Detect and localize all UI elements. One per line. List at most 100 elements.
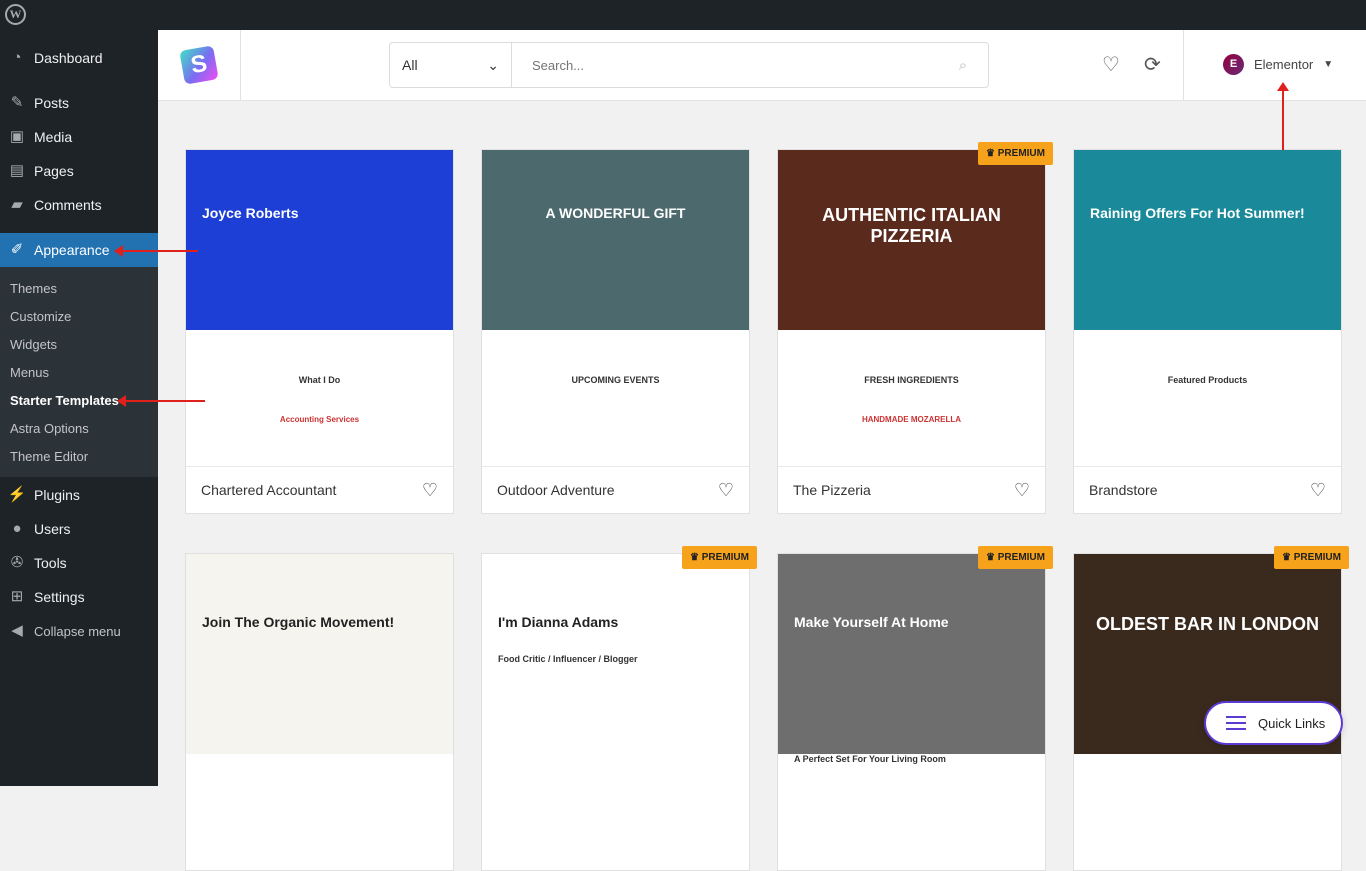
sidebar-item-label: Posts <box>34 95 70 111</box>
category-select[interactable]: All ⌄ <box>390 43 512 87</box>
admin-sidebar: ◔ Dashboard ✎ Posts ▣ Media ▤ Pages ▰ Comment… <box>0 30 158 786</box>
quick-links-label: Quick Links <box>1258 715 1326 731</box>
thumbnail-subheading: Featured Products <box>1167 375 1248 385</box>
sidebar-item-tools[interactable]: ✇ Tools <box>0 546 158 580</box>
submenu-theme-editor[interactable]: Theme Editor <box>10 449 88 464</box>
sidebar-item-label: Tools <box>34 555 67 571</box>
divider <box>1183 30 1184 101</box>
sidebar-item-label: Users <box>34 521 71 537</box>
thumbnail-hero <box>482 150 749 330</box>
chevron-down-icon: ⌄ <box>487 56 499 73</box>
template-card[interactable]: AUTHENTIC ITALIAN PIZZERIA FRESH INGREDIE… <box>777 142 1053 514</box>
collapse-menu-button[interactable]: ◀ Collapse menu <box>0 614 158 648</box>
thumbnail-headline: A WONDERFUL GIFT <box>545 205 686 221</box>
template-card[interactable]: Make Yourself At Home A Perfect Set For Y… <box>777 546 1053 871</box>
page-builder-select[interactable]: E Elementor ▼ <box>1223 54 1333 75</box>
premium-label: PREMIUM <box>997 552 1045 563</box>
premium-badge: ♛ PREMIUM <box>682 546 757 569</box>
premium-label: PREMIUM <box>701 552 749 563</box>
search-bar: All ⌄ ⌕ <box>389 42 989 88</box>
template-thumbnail[interactable]: Make Yourself At Home A Perfect Set For Y… <box>778 554 1045 870</box>
thumbnail-headline: Make Yourself At Home <box>794 614 949 630</box>
dashboard-icon: ◔ <box>12 49 22 66</box>
wrench-icon: ✇ <box>10 554 24 571</box>
search-input[interactable] <box>512 43 938 87</box>
thumbnail-subheading: What I Do <box>298 375 341 385</box>
sidebar-item-label: Comments <box>34 197 102 213</box>
sidebar-item-label: Settings <box>34 589 85 605</box>
thumbnail-headline: I'm Dianna Adams <box>498 614 619 630</box>
sidebar-item-label: Dashboard <box>34 50 103 66</box>
submenu-widgets[interactable]: Widgets <box>10 337 57 352</box>
submenu-starter-templates[interactable]: Starter Templates <box>10 393 119 408</box>
media-icon: ▣ <box>9 128 25 145</box>
sidebar-item-media[interactable]: ▣ Media <box>0 120 158 154</box>
template-thumbnail[interactable]: Raining Offers For Hot Summer! Featured P… <box>1074 150 1341 466</box>
appearance-submenu: Themes Customize Widgets Menus Starter T… <box>0 267 158 477</box>
sidebar-item-users[interactable]: ● Users <box>0 512 158 546</box>
premium-badge: ♛ PREMIUM <box>1274 546 1349 569</box>
sidebar-item-dashboard[interactable]: ◔ Dashboard <box>0 41 158 75</box>
template-card-footer: Outdoor Adventure ♡ <box>482 466 749 513</box>
template-thumbnail[interactable]: I'm Dianna Adams Food Critic / Influencer… <box>482 554 749 870</box>
thumbnail-subheading: Food Critic / Influencer / Blogger <box>498 654 638 664</box>
sidebar-item-plugins[interactable]: ⚡ Plugins <box>0 478 158 512</box>
template-thumbnail[interactable]: A WONDERFUL GIFT UPCOMING EVENTS <box>482 150 749 466</box>
submenu-astra-options[interactable]: Astra Options <box>10 421 89 436</box>
premium-label: PREMIUM <box>1293 552 1341 563</box>
thumbnail-subheading: Accounting Services <box>279 415 360 424</box>
template-title: Chartered Accountant <box>201 482 337 498</box>
favorite-heart-icon[interactable]: ♡ <box>422 480 438 501</box>
wordpress-logo-icon[interactable]: W <box>5 4 26 25</box>
favorite-heart-icon[interactable]: ♡ <box>1014 480 1030 501</box>
comments-icon: ▰ <box>11 196 23 213</box>
thumbnail-hero <box>1074 150 1341 330</box>
thumbnail-headline: Raining Offers For Hot Summer! <box>1090 205 1305 221</box>
starter-templates-logo: S <box>179 45 219 85</box>
thumbnail-hero <box>186 554 453 754</box>
thumbnail-headline: Joyce Roberts <box>202 205 299 221</box>
sidebar-item-label: Plugins <box>34 487 80 503</box>
plugin-icon: ⚡ <box>7 486 27 503</box>
admin-bar: W <box>0 0 1366 30</box>
template-card[interactable]: I'm Dianna Adams Food Critic / Influencer… <box>481 546 757 871</box>
search-icon[interactable]: ⌕ <box>938 43 988 87</box>
thumbnail-headline: Join The Organic Movement! <box>202 614 395 630</box>
template-title: The Pizzeria <box>793 482 871 498</box>
crown-icon: ♛ <box>986 552 998 563</box>
annotation-arrow <box>1277 82 1289 150</box>
annotation-arrow <box>114 245 198 257</box>
favorite-heart-icon[interactable]: ♡ <box>1310 480 1326 501</box>
template-thumbnail[interactable]: Join The Organic Movement! <box>186 554 453 870</box>
favorite-heart-icon[interactable]: ♡ <box>718 480 734 501</box>
refresh-icon[interactable]: ⟳ <box>1144 52 1161 77</box>
sidebar-item-comments[interactable]: ▰ Comments <box>0 188 158 222</box>
pages-icon: ▤ <box>9 162 25 179</box>
thumbnail-subheading: UPCOMING EVENTS <box>571 375 660 385</box>
quick-links-button[interactable]: Quick Links <box>1204 701 1343 745</box>
submenu-themes[interactable]: Themes <box>10 281 57 296</box>
sidebar-item-posts[interactable]: ✎ Posts <box>0 86 158 120</box>
template-thumbnail[interactable]: AUTHENTIC ITALIAN PIZZERIA FRESH INGREDIE… <box>778 150 1045 466</box>
favorites-heart-icon[interactable]: ♡ <box>1102 52 1120 77</box>
premium-badge: ♛ PREMIUM <box>978 142 1053 165</box>
template-card[interactable]: Raining Offers For Hot Summer! Featured P… <box>1073 149 1342 514</box>
brush-icon: ✐ <box>10 241 24 258</box>
template-card-footer: Chartered Accountant ♡ <box>186 466 453 513</box>
template-card[interactable]: Join The Organic Movement! <box>185 553 454 871</box>
template-card[interactable]: A WONDERFUL GIFT UPCOMING EVENTS Outdoor A… <box>481 149 750 514</box>
template-card[interactable]: Joyce Roberts What I Do Accounting Service… <box>185 149 454 514</box>
template-card-footer: Brandstore ♡ <box>1074 466 1341 513</box>
sidebar-item-pages[interactable]: ▤ Pages <box>0 154 158 188</box>
thumbnail-headline: OLDEST BAR IN LONDON <box>1096 614 1319 634</box>
sidebar-item-label: Pages <box>34 163 74 179</box>
template-thumbnail[interactable]: Joyce Roberts What I Do Accounting Service… <box>186 150 453 466</box>
premium-badge: ♛ PREMIUM <box>978 546 1053 569</box>
settings-icon: ⊞ <box>10 588 24 605</box>
menu-icon <box>1226 712 1246 734</box>
submenu-menus[interactable]: Menus <box>10 365 49 380</box>
sidebar-item-settings[interactable]: ⊞ Settings <box>0 580 158 614</box>
thumbnail-hero <box>778 554 1045 754</box>
submenu-customize[interactable]: Customize <box>10 309 71 324</box>
thumbnail-headline: AUTHENTIC ITALIAN PIZZERIA <box>822 205 1001 246</box>
